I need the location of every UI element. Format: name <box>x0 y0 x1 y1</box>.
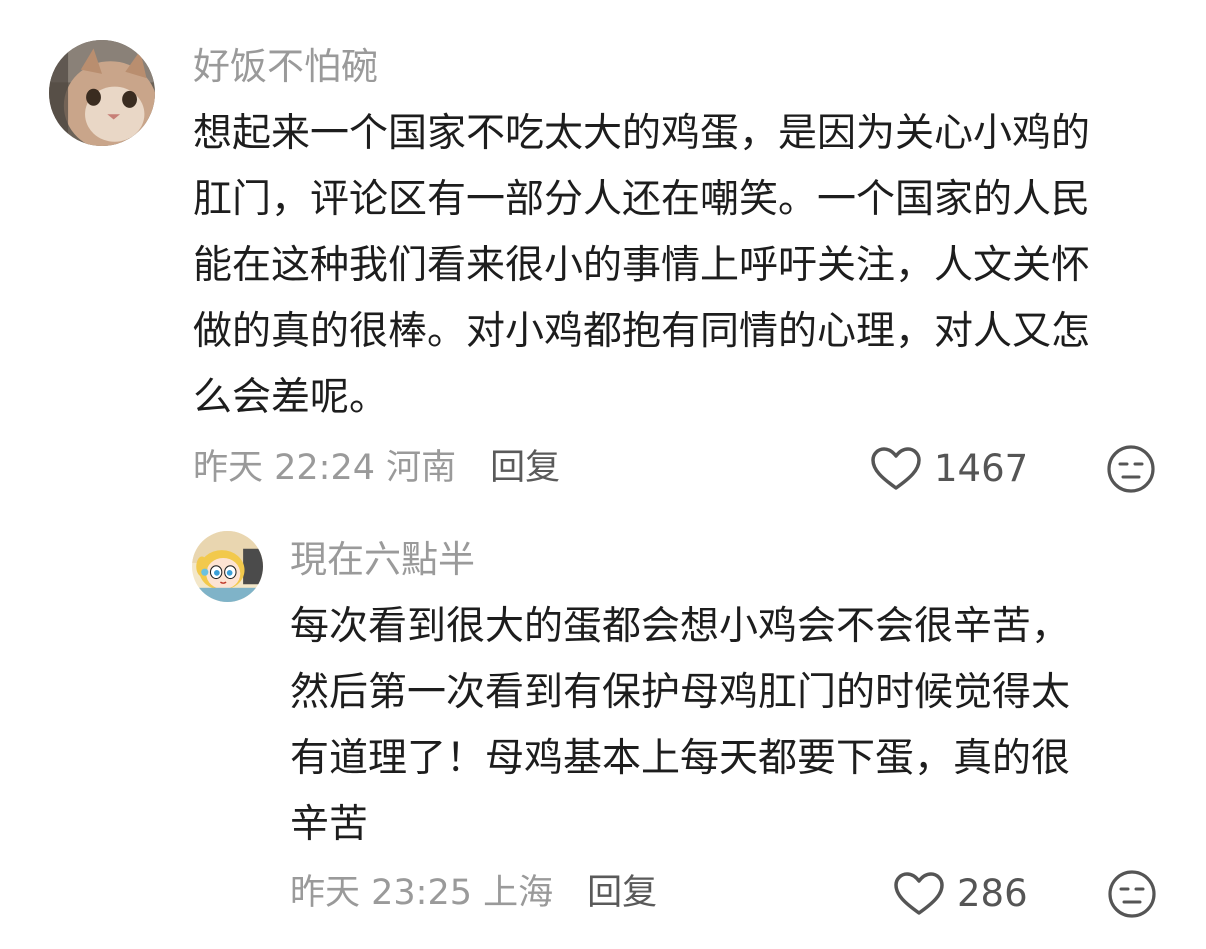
cat-avatar-image <box>49 40 155 146</box>
heart-outline-icon <box>893 871 945 917</box>
comment-text-line: 想起来一个国家不吃太大的鸡蛋，是因为关心小鸡的 <box>193 111 1091 156</box>
username[interactable]: 現在六點半 <box>290 536 475 584</box>
timestamp-location: 昨天 22:24 河南 <box>193 448 457 488</box>
unamused-face-icon <box>1107 445 1155 493</box>
comment-text-line: 肛门，评论区有一部分人还在嘲笑。一个国家的人民 <box>193 177 1091 222</box>
comment-meta: 昨天 23:25 上海 回复 <box>290 871 657 915</box>
user-avatar[interactable] <box>192 531 263 602</box>
comment-text-line: 每次看到很大的蛋都会想小鸡会不会很辛苦， <box>290 604 1071 649</box>
comment-text-line: 做的真的很棒。对小鸡都抱有同情的心理，对人又怎 <box>193 309 1091 354</box>
heart-outline-icon <box>870 446 922 492</box>
reply-button[interactable]: 回复 <box>490 448 560 488</box>
like-count: 1467 <box>934 447 1029 490</box>
comment-text-line: 能在这种我们看来很小的事情上呼吁关注，人文关怀 <box>193 243 1091 288</box>
comment-text-line: 辛苦 <box>290 802 369 847</box>
unamused-face-icon <box>1108 870 1156 918</box>
dislike-button[interactable] <box>1107 869 1157 919</box>
like-button[interactable]: 1467 <box>870 446 1028 492</box>
comment-text-line: 有道理了！母鸡基本上每天都要下蛋，真的很 <box>290 736 1071 781</box>
reply-button[interactable]: 回复 <box>587 873 657 913</box>
like-button[interactable]: 286 <box>893 871 1028 917</box>
comment-text-line: 然后第一次看到有保护母鸡肛门的时候觉得太 <box>290 670 1071 715</box>
like-count: 286 <box>957 872 1028 915</box>
user-avatar[interactable] <box>49 40 155 146</box>
comment-text: 想起来一个国家不吃太大的鸡蛋，是因为关心小鸡的 肛门，评论区有一部分人还在嘲笑。… <box>193 101 1090 431</box>
timestamp-location: 昨天 23:25 上海 <box>290 873 554 913</box>
username[interactable]: 好饭不怕碗 <box>193 43 378 91</box>
comment-text-line: 么会差呢。 <box>193 375 389 420</box>
dislike-button[interactable] <box>1106 444 1156 494</box>
comment-text: 每次看到很大的蛋都会想小鸡会不会很辛苦， 然后第一次看到有保护母鸡肛门的时候觉得… <box>290 594 1070 858</box>
comment-meta: 昨天 22:24 河南 回复 <box>193 446 560 490</box>
cartoon-girl-avatar-image <box>192 531 263 602</box>
